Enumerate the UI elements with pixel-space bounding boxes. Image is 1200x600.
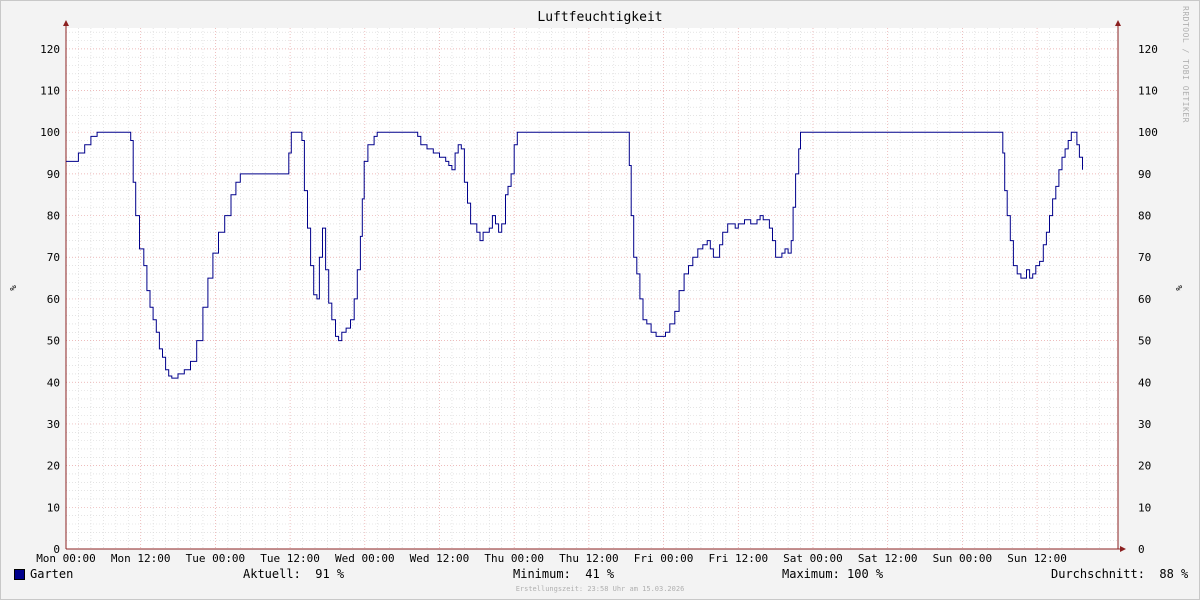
y-tick-label-right: 80	[1138, 210, 1151, 223]
y-tick-label-right: 20	[1138, 460, 1151, 473]
y-tick-label-left: 10	[47, 501, 60, 514]
y-tick-label-right: 60	[1138, 293, 1151, 306]
stat-aktuell: Aktuell: 91 %	[243, 567, 345, 581]
x-tick-label: Wed 00:00	[335, 552, 395, 565]
y-tick-label-right: 90	[1138, 168, 1151, 181]
x-tick-label: Sat 00:00	[783, 552, 843, 565]
x-tick-label: Sun 12:00	[1007, 552, 1067, 565]
stat-durchschnitt: Durchschnitt: 88 %	[1051, 567, 1189, 581]
x-tick-label: Fri 00:00	[634, 552, 694, 565]
plot-area	[66, 28, 1118, 549]
y-tick-label-left: 90	[47, 168, 60, 181]
x-tick-label: Sun 00:00	[933, 552, 993, 565]
x-tick-label: Tue 00:00	[186, 552, 246, 565]
legend-series-name: Garten	[30, 567, 74, 581]
stat-minimum: Minimum: 41 %	[513, 567, 615, 581]
x-tick-label: Thu 12:00	[559, 552, 619, 565]
y-tick-label-right: 40	[1138, 376, 1151, 389]
y-tick-label-right: 100	[1138, 126, 1158, 139]
x-tick-label: Mon 00:00	[36, 552, 96, 565]
y-tick-label-left: 70	[47, 251, 60, 264]
y-tick-label-right: 70	[1138, 251, 1151, 264]
y-tick-label-right: 30	[1138, 418, 1151, 431]
x-tick-label: Wed 12:00	[410, 552, 470, 565]
x-tick-label: Tue 12:00	[260, 552, 320, 565]
y-tick-label-right: 0	[1138, 543, 1145, 556]
legend: Garten Aktuell: 91 % Minimum: 41 % Maxim…	[0, 567, 1200, 584]
y-tick-label-left: 20	[47, 460, 60, 473]
x-tick-label: Mon 12:00	[111, 552, 171, 565]
x-tick-label: Sat 12:00	[858, 552, 918, 565]
x-tick-label: Thu 00:00	[484, 552, 544, 565]
stat-maximum: Maximum: 100 %	[782, 567, 884, 581]
y-tick-label-right: 10	[1138, 501, 1151, 514]
legend-swatch-garten	[14, 569, 25, 580]
y-axis-right-arrow	[1115, 20, 1121, 26]
y-tick-label-left: 110	[40, 85, 60, 98]
y-tick-label-right: 50	[1138, 335, 1151, 348]
y-tick-label-left: 40	[47, 376, 60, 389]
footer-timestamp: Erstellungszeit: 23:58 Uhr am 15.03.2026	[515, 585, 685, 593]
y-tick-label-left: 60	[47, 293, 60, 306]
y-tick-label-left: 80	[47, 210, 60, 223]
y-tick-label-left: 30	[47, 418, 60, 431]
y-axis-left-arrow	[63, 20, 69, 26]
y-tick-label-left: 100	[40, 126, 60, 139]
y-axis-label-left: %	[7, 285, 17, 291]
y-tick-label-right: 110	[1138, 85, 1158, 98]
x-tick-labels: Mon 00:00 Mon 12:00 Tue 00:00 Tue 12:00 Wed …	[36, 552, 1067, 565]
x-axis-arrow	[1120, 546, 1126, 552]
y-axis-label-right: %	[1173, 285, 1183, 291]
x-tick-label: Fri 12:00	[708, 552, 768, 565]
y-tick-label-right: 120	[1138, 43, 1158, 56]
y-tick-label-left: 50	[47, 335, 60, 348]
chart-plot: 0 010 1020 2030 3040 4050 5060 6070 7080 8090 9010…	[7, 20, 1183, 565]
y-tick-label-left: 120	[40, 43, 60, 56]
